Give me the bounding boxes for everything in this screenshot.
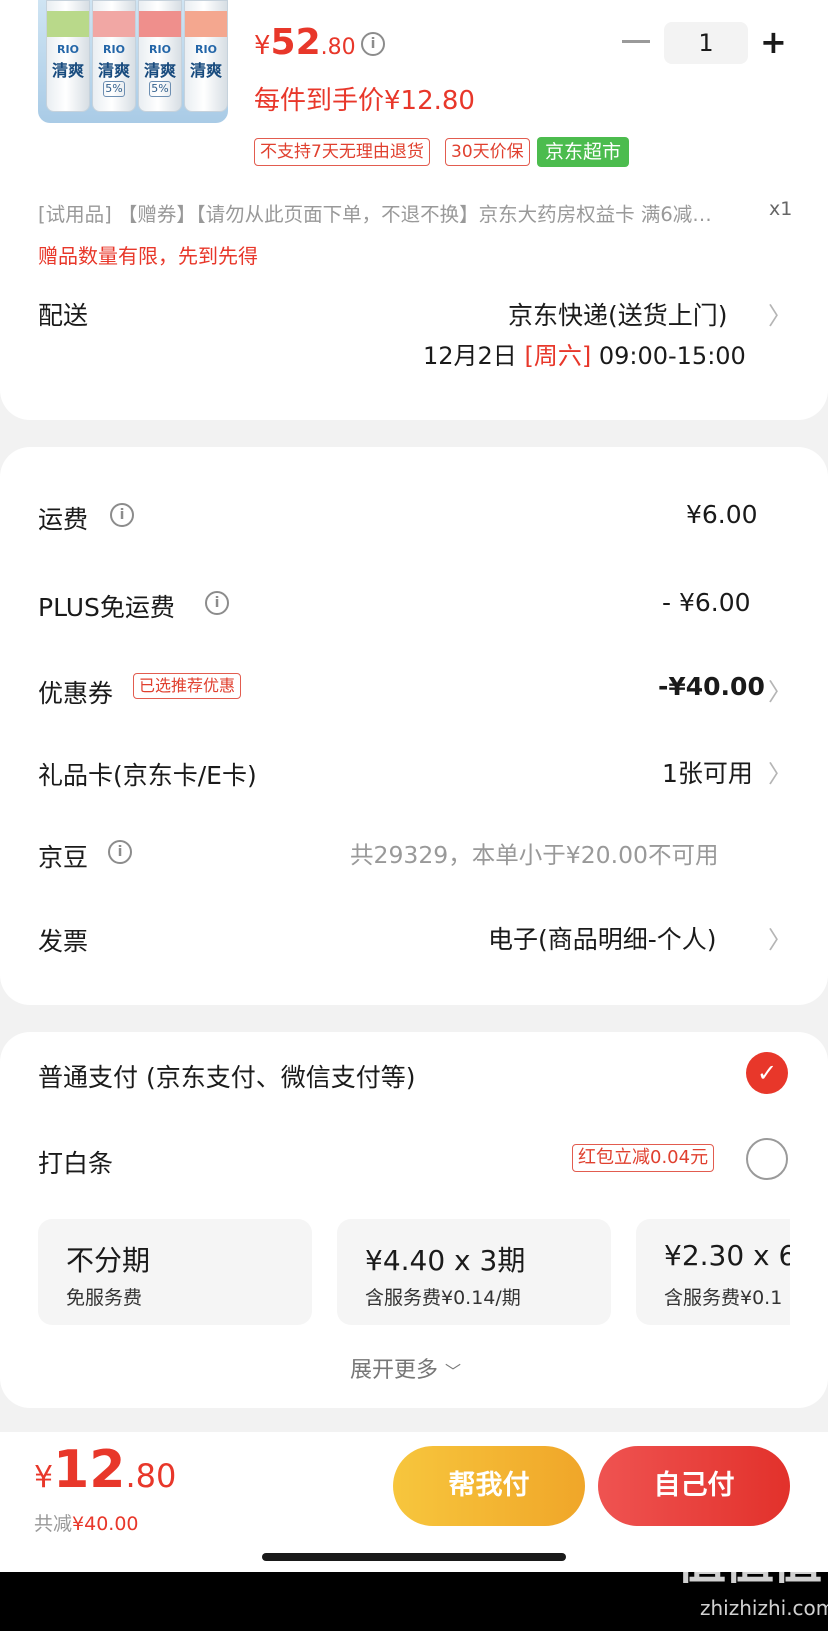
plan-title: ¥4.40 x 3期 (365, 1244, 526, 1277)
can-pct-text: 5% (149, 81, 171, 97)
plan-subtitle: 免服务费 (66, 1287, 143, 1309)
normal-pay-label[interactable]: 普通支付 (京东支付、微信支付等) (38, 1058, 415, 1094)
price-symbol: ¥ (254, 31, 271, 61)
plan-subtitle: 含服务费¥0.1 (664, 1287, 783, 1309)
can-brand-text: RIO (149, 43, 171, 56)
plan-option[interactable]: 不分期 免服务费 (38, 1219, 312, 1325)
product-price: ¥52.80 (254, 22, 356, 63)
can-brand-text: RIO (103, 43, 125, 56)
can-name-text: 清爽 (51, 61, 84, 80)
coupon-label: 优惠券 (38, 679, 114, 708)
saved-amount: 共减¥40.00 (34, 1509, 139, 1536)
jingdou-label: 京豆 (38, 843, 89, 872)
quantity-input[interactable]: 1 (664, 22, 748, 64)
can-graphic: RIO 清爽 (184, 0, 228, 112)
shipping-info-icon[interactable]: i (110, 503, 134, 527)
quantity-minus-button[interactable] (622, 40, 650, 43)
watermark-logo: 值值值 (676, 1532, 822, 1590)
plan-option[interactable]: ¥4.40 x 3期 含服务费¥0.14/期 (337, 1219, 611, 1325)
installment-plans: 不分期 免服务费 ¥4.40 x 3期 含服务费¥0.14/期 ¥2.30 x … (0, 1219, 790, 1325)
price-protect-tag: 30天价保 (445, 138, 530, 166)
gift-note: 赠品数量有限，先到先得 (38, 244, 258, 268)
total-integer: 12 (53, 1440, 126, 1500)
shipping-value: ¥6.00 (686, 500, 758, 529)
invoice-value[interactable]: 电子(商品明细-个人) (488, 920, 717, 956)
no-return-tag: 不支持7天无理由退货 (254, 138, 430, 166)
expand-more-button[interactable]: 展开更多 ﹀ (350, 1352, 461, 1384)
jingdou-info-icon[interactable]: i (108, 840, 132, 864)
can-brand-text: RIO (195, 43, 217, 56)
plus-info-icon[interactable]: i (205, 591, 229, 615)
can-graphic: RIO 清爽 5% (138, 0, 182, 112)
coupon-value[interactable]: -¥40.00 (658, 672, 765, 701)
can-pct-text: 5% (103, 81, 125, 97)
can-name-text: 清爽 (97, 61, 130, 80)
chevron-right-icon[interactable]: 〉 (768, 672, 792, 707)
watermark-url: zhizhizhi.com (700, 1596, 828, 1620)
price-integer: 52 (270, 22, 321, 63)
total-price: ¥12.80 (34, 1440, 176, 1500)
delivery-time-range: 09:00-15:00 (598, 342, 746, 370)
plan-title: 不分期 (66, 1244, 151, 1277)
baitiao-label[interactable]: 打白条 (38, 1144, 113, 1180)
baitiao-radio[interactable] (746, 1138, 788, 1180)
product-image[interactable]: RIO 清爽 RIO 清爽 5% RIO 清爽 5% RIO 清爽 (38, 0, 228, 123)
saved-label: 共减 (34, 1513, 73, 1535)
chevron-down-icon: ﹀ (445, 1362, 462, 1381)
plus-shipping-value: - ¥6.00 (662, 588, 751, 617)
coupon-badge: 已选推荐优惠 (133, 673, 242, 699)
plan-title: ¥2.30 x 6 (664, 1239, 790, 1272)
store-tag: 京东超市 (537, 137, 630, 167)
baitiao-badge: 红包立减0.04元 (572, 1144, 715, 1172)
help-pay-button[interactable]: 帮我付 (393, 1446, 585, 1526)
can-graphic: RIO 清爽 5% (92, 0, 136, 112)
gift-line: [试用品] 【赠券】【请勿从此页面下单，不退不换】京东大药房权益卡 满6减… (38, 203, 712, 226)
invoice-label: 发票 (38, 927, 89, 956)
chevron-right-icon[interactable]: 〉 (768, 920, 792, 955)
can-brand-text: RIO (57, 43, 79, 56)
plan-option[interactable]: ¥2.30 x 6 含服务费¥0.1 (636, 1219, 790, 1325)
per-item-price: 每件到手价¥12.80 (254, 86, 475, 116)
total-symbol: ¥ (34, 1460, 54, 1495)
shipping-label: 运费 (38, 505, 89, 534)
chevron-right-icon[interactable]: 〉 (768, 754, 792, 789)
price-decimal: .80 (320, 35, 356, 60)
plan-subtitle: 含服务费¥0.14/期 (365, 1287, 521, 1309)
price-info-icon[interactable]: i (361, 32, 385, 56)
self-pay-button[interactable]: 自己付 (598, 1446, 790, 1526)
plus-shipping-label: PLUS免运费 (38, 593, 175, 622)
delivery-time[interactable]: 12月2日 [周六] 09:00-15:00 (423, 336, 746, 371)
can-name-text: 清爽 (189, 61, 222, 80)
saved-value: ¥40.00 (72, 1513, 139, 1535)
expand-more-label: 展开更多 (350, 1358, 439, 1383)
delivery-method[interactable]: 京东快递(送货上门) (508, 296, 728, 332)
delivery-date: 12月2日 (423, 342, 517, 370)
total-decimal: .80 (125, 1457, 177, 1495)
home-indicator (262, 1553, 566, 1561)
delivery-weekday: [周六] (524, 342, 592, 370)
can-graphic: RIO 清爽 (46, 0, 90, 112)
giftcard-label: 礼品卡(京东卡/E卡) (38, 761, 257, 790)
chevron-right-icon[interactable]: 〉 (768, 296, 792, 331)
normal-pay-radio[interactable]: ✓ (746, 1052, 788, 1094)
can-name-text: 清爽 (143, 61, 176, 80)
giftcard-value[interactable]: 1张可用 (662, 754, 753, 790)
quantity-plus-button[interactable]: + (760, 22, 790, 64)
gift-quantity: x1 (769, 198, 793, 220)
jingdou-value: 共29329，本单小于¥20.00不可用 (350, 841, 719, 869)
delivery-label: 配送 (38, 301, 89, 330)
